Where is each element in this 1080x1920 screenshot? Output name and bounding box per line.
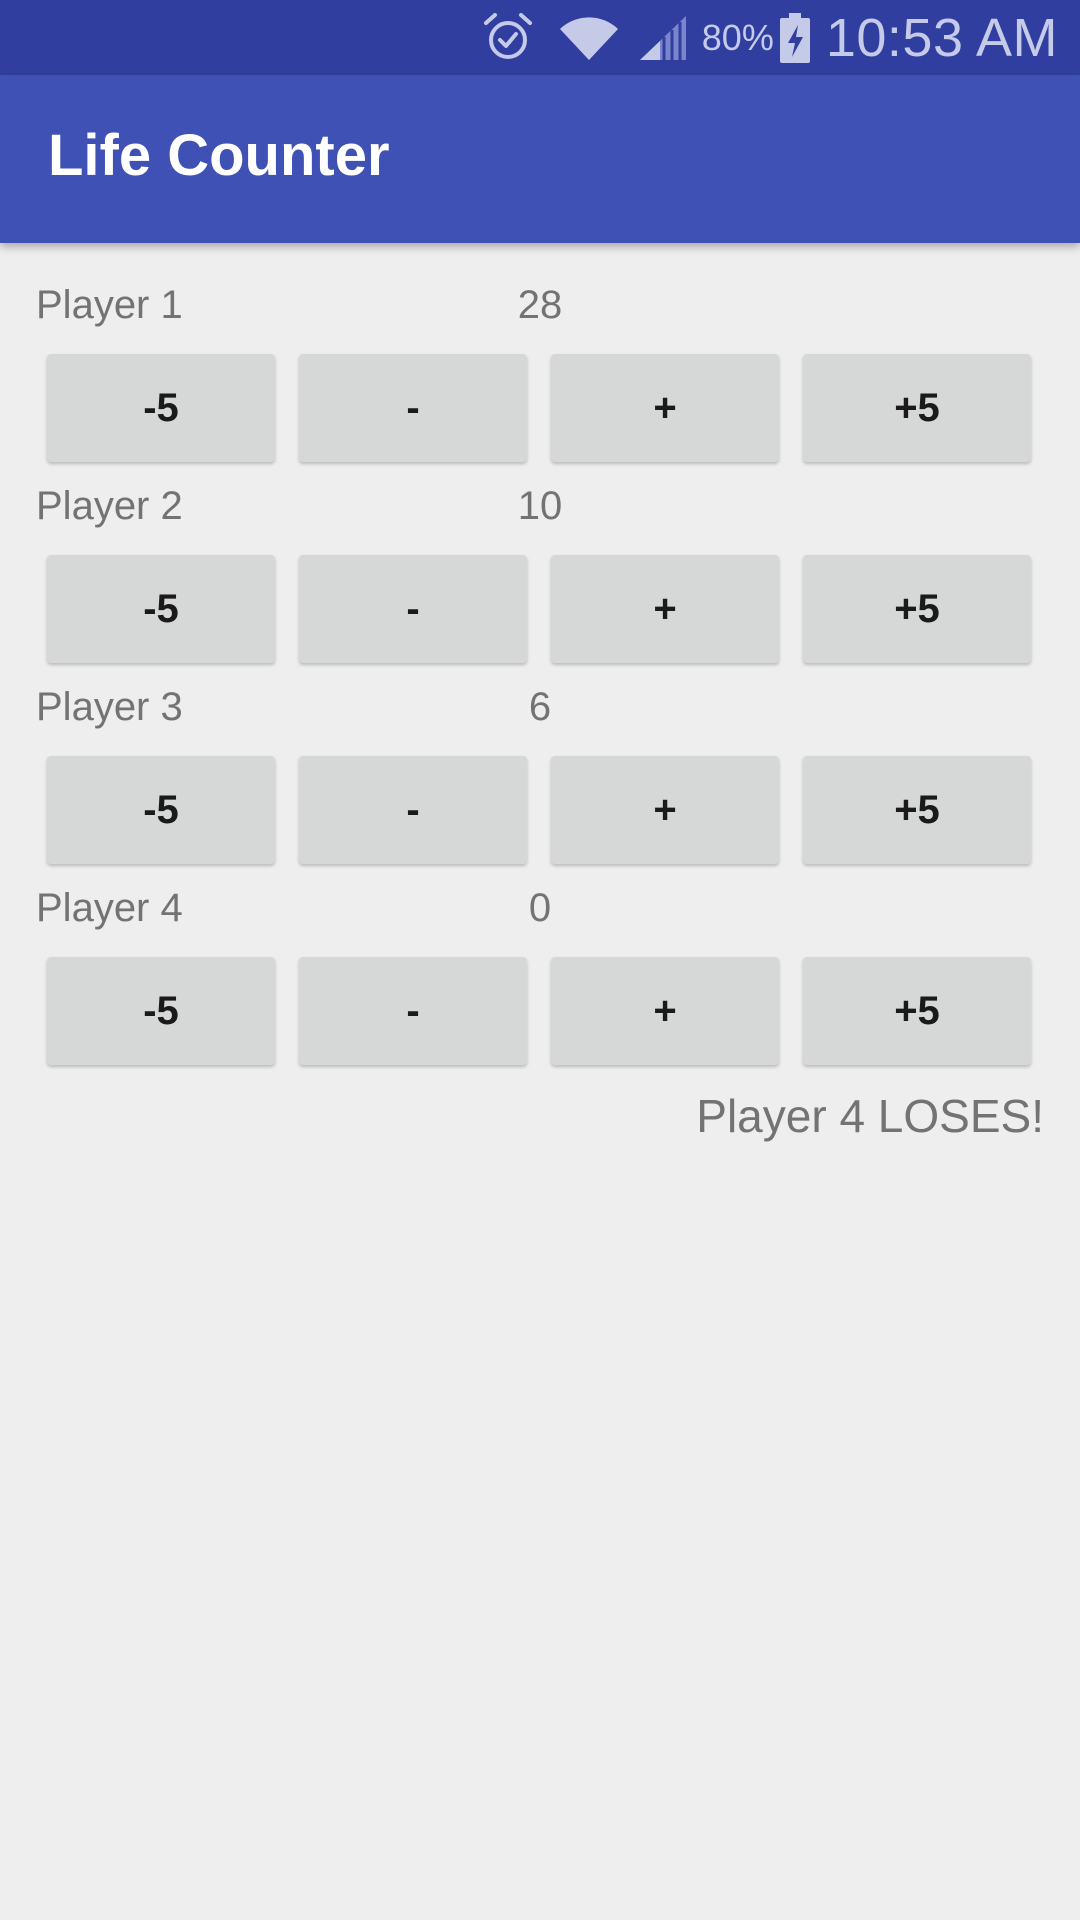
player-row: Player 4 0 -5 - + +5 (0, 846, 1080, 1065)
battery-charging-icon (779, 12, 810, 63)
plus-five-button[interactable]: +5 (803, 957, 1031, 1065)
player-life: 0 (528, 886, 552, 930)
player-name: Player 4 (36, 886, 183, 930)
player-list: Player 1 28 -5 - + +5 Player 2 10 -5 - +… (0, 243, 1080, 1065)
battery-percent: 80% (701, 16, 774, 58)
minus-five-button[interactable]: -5 (47, 957, 275, 1065)
minus-one-button[interactable]: - (299, 957, 527, 1065)
alarm-icon (483, 12, 532, 59)
player-row: Player 3 6 -5 - + +5 (0, 645, 1080, 864)
plus-one-button[interactable]: + (551, 957, 779, 1065)
app-title: Life Counter (48, 123, 390, 188)
player-name: Player 3 (36, 685, 183, 729)
wifi-icon (559, 16, 618, 60)
clock: 10:53 AM (825, 7, 1058, 68)
result-message: Player 4 LOSES! (696, 1090, 1044, 1142)
cell-signal-icon (639, 15, 686, 60)
status-icons: 80% 10:53 AM (482, 0, 1058, 75)
status-bar: 80% 10:53 AM (0, 0, 1080, 75)
player-name: Player 2 (36, 484, 183, 528)
player-life: 10 (517, 484, 563, 528)
player-life: 6 (528, 685, 552, 729)
player-row: Player 2 10 -5 - + +5 (0, 444, 1080, 663)
player-name: Player 1 (36, 283, 183, 327)
app-bar: Life Counter (0, 75, 1080, 243)
player-row: Player 1 28 -5 - + +5 (0, 243, 1080, 462)
player-life: 28 (517, 283, 563, 327)
